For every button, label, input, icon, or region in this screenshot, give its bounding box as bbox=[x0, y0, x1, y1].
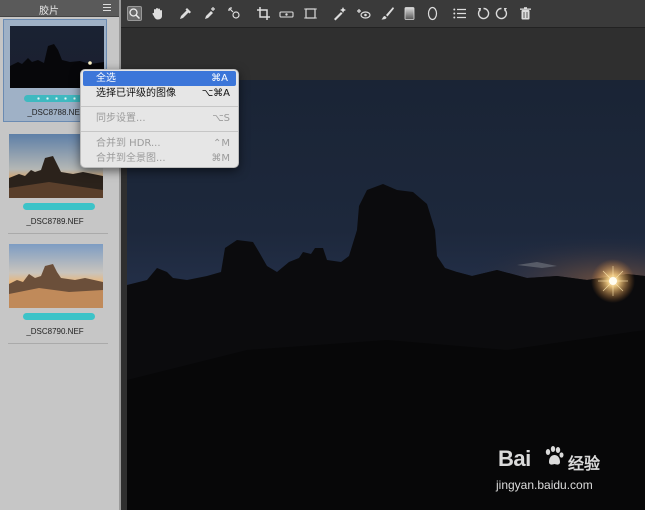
menu-item-merge-panorama: 合并到全景图... ⌘M bbox=[81, 151, 238, 166]
watermark: Bai 经验 jingyan.baidu.com bbox=[490, 440, 640, 500]
menu-item-label: 同步设置... bbox=[96, 113, 146, 124]
eyedropper-icon[interactable] bbox=[178, 6, 193, 21]
zoom-icon[interactable] bbox=[127, 6, 142, 21]
rotate-right-icon[interactable] bbox=[494, 6, 509, 21]
menu-item-shortcut: ⌥S bbox=[212, 113, 230, 124]
filmstrip-title: 胶片 bbox=[39, 6, 59, 17]
graduated-filter-icon[interactable] bbox=[402, 6, 417, 21]
menu-item-shortcut: ⌃M bbox=[212, 138, 230, 149]
menu-item-select-rated[interactable]: 选择已评级的图像 ⌥⌘A bbox=[81, 86, 238, 101]
menu-divider bbox=[81, 131, 238, 132]
toolbar bbox=[121, 0, 645, 28]
menu-item-shortcut: ⌘A bbox=[211, 73, 228, 84]
red-eye-icon[interactable] bbox=[356, 6, 371, 21]
menu-divider bbox=[81, 106, 238, 107]
menu-item-label: 合并到全景图... bbox=[96, 153, 166, 164]
straighten-icon[interactable] bbox=[279, 6, 294, 21]
menu-item-sync-settings: 同步设置... ⌥S bbox=[81, 111, 238, 126]
trash-icon[interactable] bbox=[518, 6, 533, 21]
menu-item-shortcut: ⌥⌘A bbox=[201, 88, 230, 99]
rating-bar[interactable] bbox=[23, 313, 95, 320]
watermark-brand-cn: 经验 bbox=[568, 454, 601, 473]
hand-icon[interactable] bbox=[150, 6, 165, 21]
menu-item-label: 选择已评级的图像 bbox=[96, 88, 176, 99]
context-menu: 全选 ⌘A 选择已评级的图像 ⌥⌘A 同步设置... ⌥S 合并到 HDR...… bbox=[80, 69, 239, 168]
filmstrip-header: 胶片 bbox=[0, 0, 119, 17]
raw-editor-window: 胶片 _DSC8788.NEF _DSC8789.NEF _DSC8790.NE… bbox=[0, 0, 645, 510]
spot-removal-icon[interactable] bbox=[332, 6, 347, 21]
paw-logo-icon bbox=[542, 444, 566, 472]
divider bbox=[8, 343, 108, 344]
radial-filter-icon[interactable] bbox=[425, 6, 440, 21]
menu-item-merge-hdr: 合并到 HDR... ⌃M bbox=[81, 136, 238, 151]
filmstrip-item[interactable]: _DSC8790.NEF bbox=[3, 240, 107, 340]
target-adjust-icon[interactable] bbox=[227, 6, 242, 21]
watermark-brand: Bai bbox=[498, 446, 531, 471]
color-sampler-icon[interactable] bbox=[203, 6, 218, 21]
rotate-left-icon[interactable] bbox=[476, 6, 491, 21]
divider bbox=[8, 233, 108, 234]
watermark-url: jingyan.baidu.com bbox=[496, 478, 593, 492]
filename-label: _DSC8789.NEF bbox=[26, 217, 84, 226]
menu-item-select-all[interactable]: 全选 ⌘A bbox=[83, 71, 236, 86]
menu-item-label: 合并到 HDR... bbox=[96, 138, 161, 149]
rating-bar[interactable] bbox=[23, 203, 95, 210]
crop-icon[interactable] bbox=[256, 6, 271, 21]
list-icon[interactable] bbox=[452, 6, 467, 21]
menu-item-label: 全选 bbox=[96, 73, 116, 84]
panel-menu-icon[interactable] bbox=[103, 4, 111, 11]
filename-label: _DSC8790.NEF bbox=[26, 327, 84, 336]
brush-icon[interactable] bbox=[380, 6, 395, 21]
rating-dots bbox=[34, 97, 86, 100]
menu-item-shortcut: ⌘M bbox=[211, 153, 230, 164]
transform-icon[interactable] bbox=[303, 6, 318, 21]
thumbnail-image[interactable] bbox=[9, 244, 103, 308]
